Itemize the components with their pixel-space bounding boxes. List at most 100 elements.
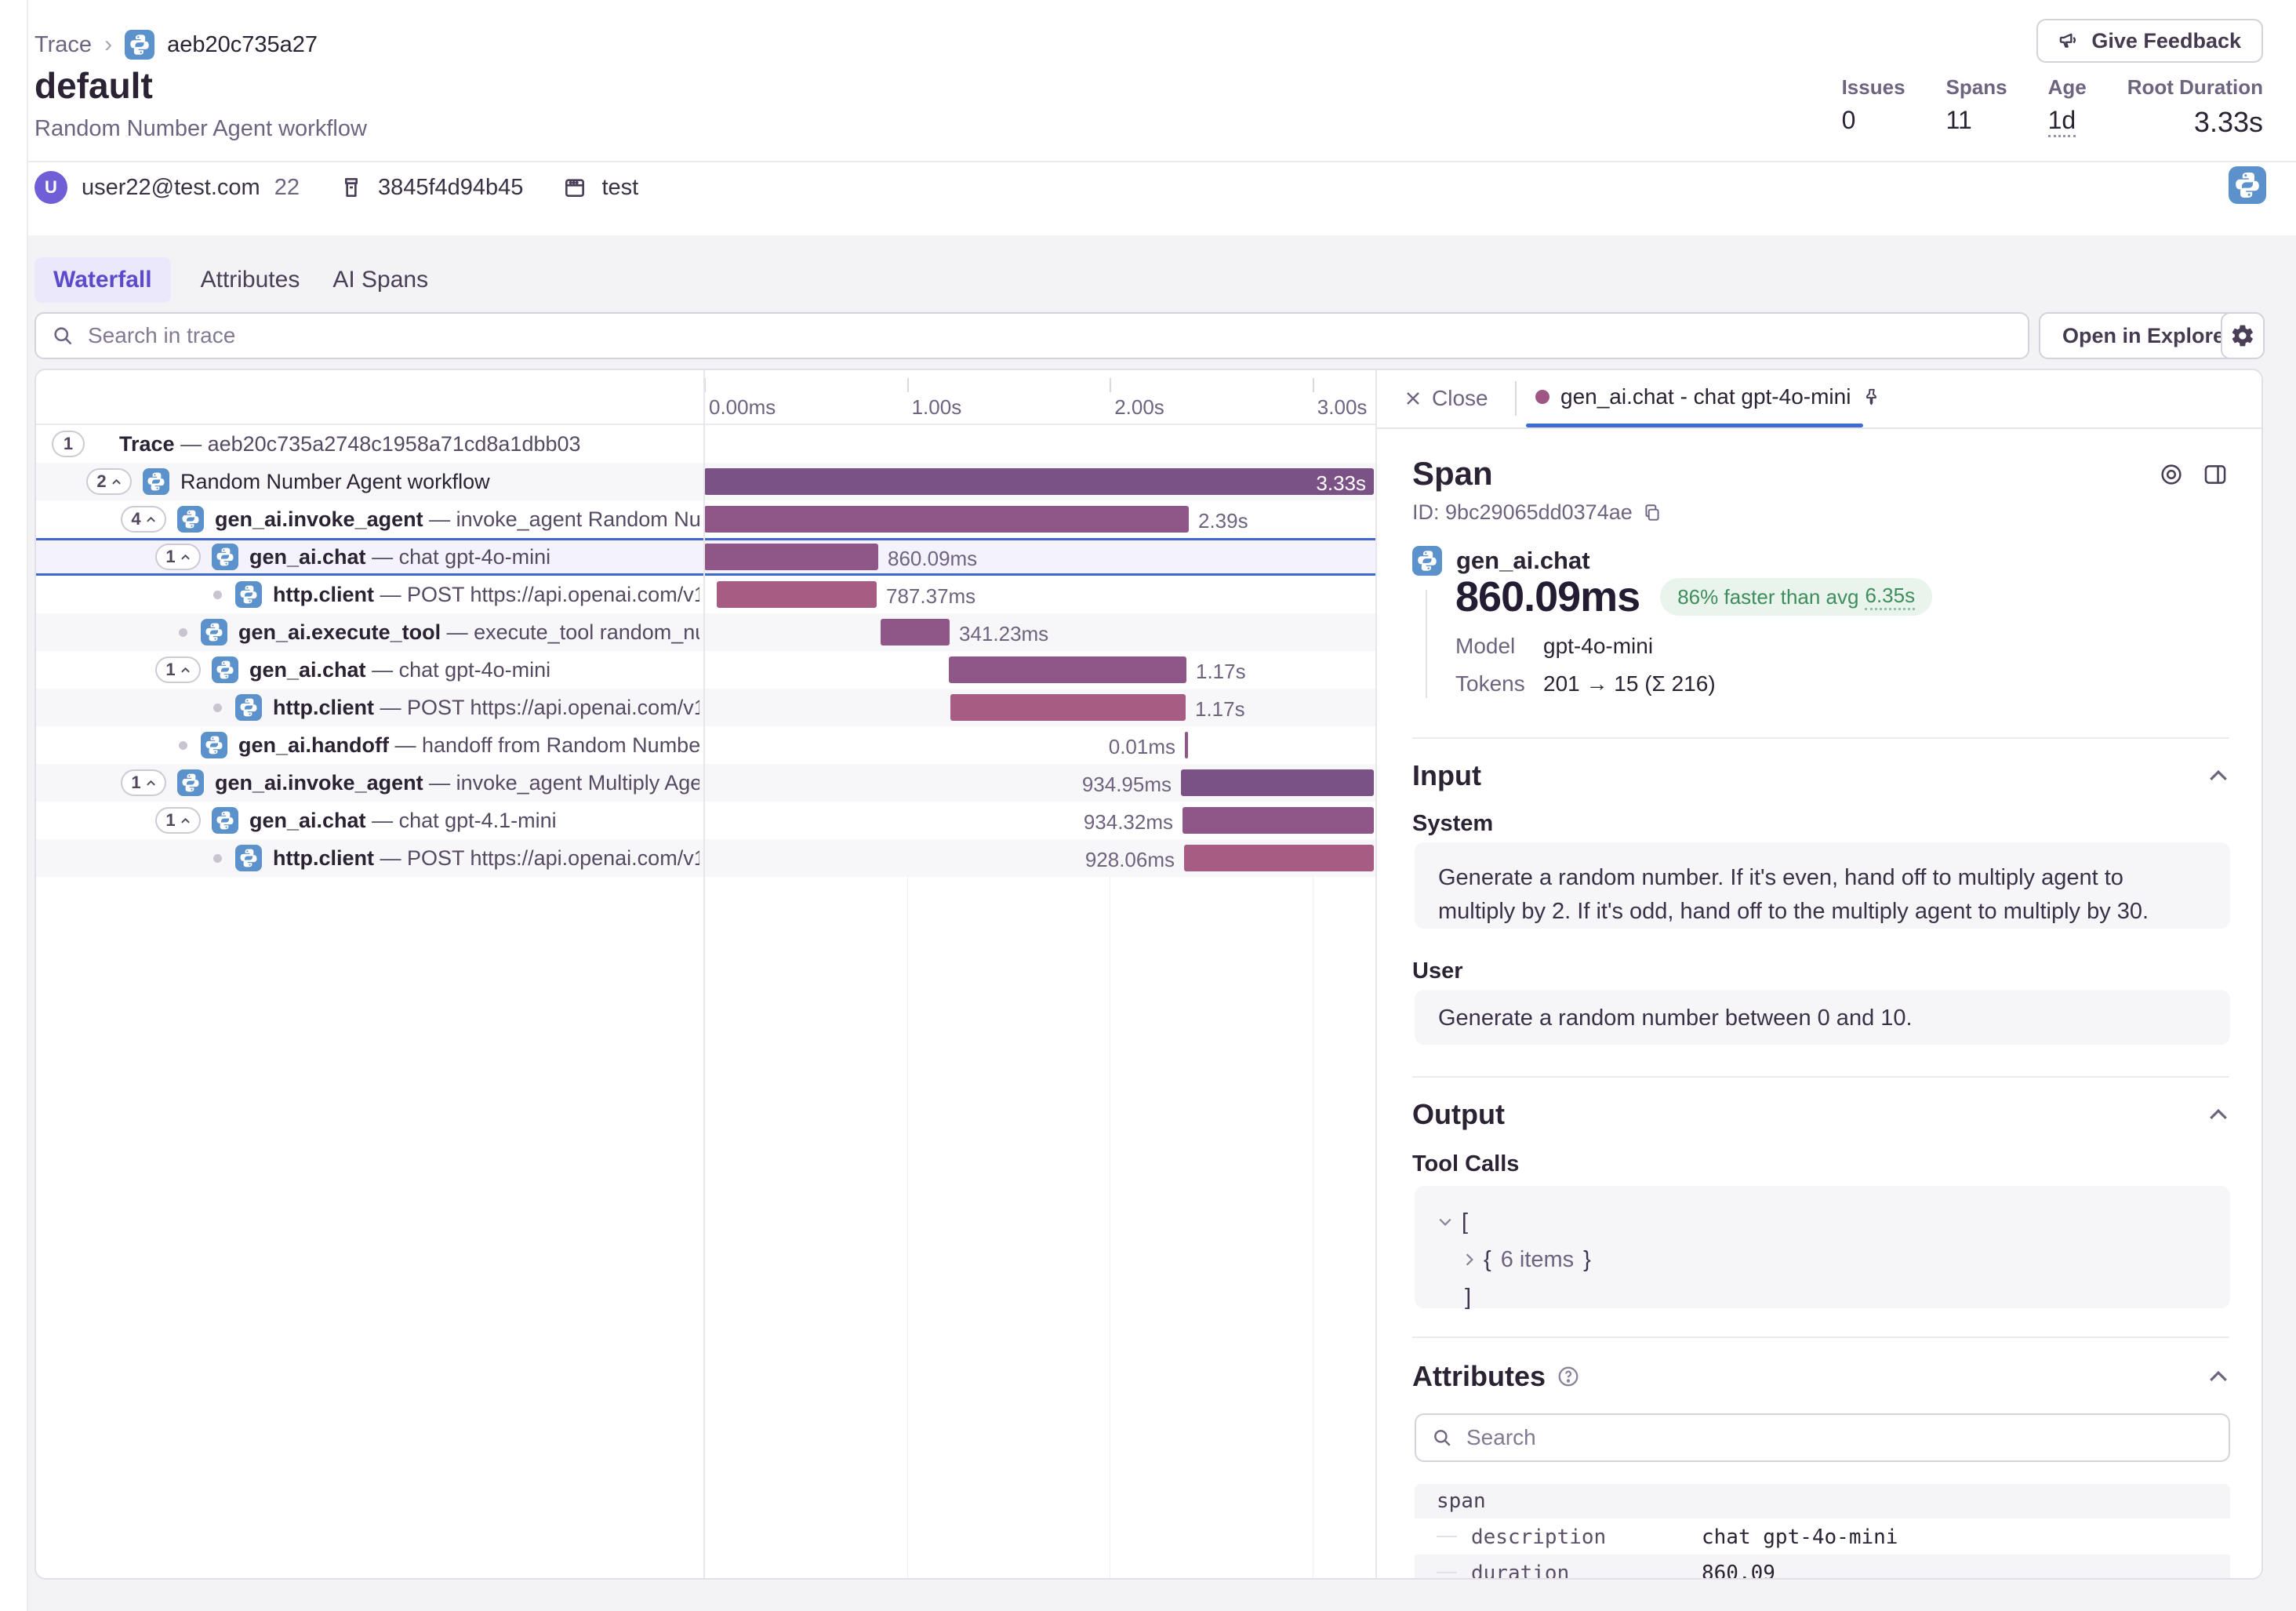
duration-label: 787.37ms bbox=[886, 584, 975, 609]
waterfall-row[interactable]: http.client — POST https://api.openai.co… bbox=[36, 839, 1377, 877]
span-duration-bar[interactable] bbox=[717, 581, 877, 608]
perf-badge-avg-link[interactable]: 6.35s bbox=[1865, 584, 1915, 610]
span-title: gen_ai.execute_tool — execute_tool rando… bbox=[238, 620, 699, 645]
close-label: Close bbox=[1432, 386, 1488, 411]
stat-value[interactable]: 1d bbox=[2048, 106, 2076, 137]
open-in-explore-button[interactable]: Open in Explore bbox=[2039, 312, 2248, 359]
collapse-input-chevron-icon[interactable] bbox=[2208, 769, 2229, 783]
span-duration-bar[interactable] bbox=[1185, 732, 1188, 758]
user-message-text: Generate a random number between 0 and 1… bbox=[1438, 1006, 1913, 1031]
span-duration-bar[interactable] bbox=[704, 506, 1189, 533]
waterfall-row[interactable]: http.client — POST https://api.openai.co… bbox=[36, 689, 1377, 726]
python-icon bbox=[143, 468, 169, 495]
attribute-row[interactable]: duration860.09 bbox=[1415, 1555, 2230, 1578]
span-id-value: ID: 9bc29065dd0374ae bbox=[1412, 500, 1633, 525]
waterfall-row[interactable]: 1gen_ai.chat — chat gpt-4o-mini860.09ms bbox=[36, 538, 1377, 576]
user-email[interactable]: user22@test.com bbox=[82, 175, 260, 201]
stat-value: 3.33s bbox=[2194, 106, 2263, 139]
span-count-badge[interactable]: 1 bbox=[155, 544, 201, 570]
span-count-badge[interactable]: 1 bbox=[52, 431, 85, 457]
waterfall-row[interactable]: http.client — POST https://api.openai.co… bbox=[36, 576, 1377, 613]
span-duration-bar[interactable] bbox=[881, 619, 950, 645]
tokens-row: Tokens 201 → 15 (Σ 216) bbox=[1455, 671, 1525, 696]
waterfall-row[interactable]: 4gen_ai.invoke_agent — invoke_agent Rand… bbox=[36, 500, 1377, 538]
json-object-line[interactable]: { 6 items } bbox=[1438, 1241, 2207, 1278]
input-section-title: Input bbox=[1412, 759, 1481, 792]
waterfall-row[interactable]: 1Trace — aeb20c735a2748c1958a71cd8a1dbb0… bbox=[36, 425, 1377, 463]
span-count-badge[interactable]: 1 bbox=[155, 807, 201, 834]
tree-cell: gen_ai.handoff — handoff from Random Num… bbox=[36, 726, 699, 764]
waterfall-row[interactable]: gen_ai.execute_tool — execute_tool rando… bbox=[36, 613, 1377, 651]
duration-label: 0.01ms bbox=[1109, 735, 1175, 759]
tree-cell: http.client — POST https://api.openai.co… bbox=[36, 689, 699, 726]
caret-down-icon[interactable] bbox=[1438, 1217, 1452, 1227]
help-icon[interactable] bbox=[1557, 1365, 1580, 1388]
collapse-output-chevron-icon[interactable] bbox=[2208, 1107, 2229, 1122]
system-message-box: Generate a random number. If it's even, … bbox=[1415, 842, 2230, 929]
attribute-row[interactable]: descriptionchat gpt-4o-mini bbox=[1415, 1518, 2230, 1555]
focus-span-button[interactable] bbox=[2158, 461, 2185, 488]
tab-waterfall[interactable]: Waterfall bbox=[35, 257, 171, 303]
detail-tab-span[interactable]: gen_ai.chat - chat gpt-4o-mini bbox=[1535, 384, 1882, 409]
span-duration-bar[interactable] bbox=[704, 544, 878, 570]
tree-cell: 1Trace — aeb20c735a2748c1958a71cd8a1dbb0… bbox=[36, 425, 699, 463]
close-detail-button[interactable]: Close bbox=[1404, 386, 1488, 411]
model-value: gpt-4o-mini bbox=[1543, 634, 1653, 659]
span-duration-bar[interactable] bbox=[1181, 769, 1374, 796]
layout-toggle-button[interactable] bbox=[2202, 461, 2229, 488]
trace-search-input[interactable] bbox=[86, 322, 2012, 349]
breadcrumb-trace-link[interactable]: Trace bbox=[35, 32, 92, 58]
span-id-row: ID: 9bc29065dd0374ae bbox=[1412, 500, 1662, 525]
perf-badge: 86% faster than avg 6.35s bbox=[1660, 578, 1932, 616]
tree-cell: 1gen_ai.chat — chat gpt-4o-mini bbox=[36, 538, 699, 576]
attributes-group-row[interactable]: span bbox=[1415, 1484, 2230, 1518]
duration-label: 2.39s bbox=[1198, 509, 1248, 533]
header-divider bbox=[28, 161, 2296, 162]
span-duration-bar[interactable] bbox=[704, 468, 1374, 495]
axis-label: 3.00s bbox=[1317, 395, 1368, 420]
span-count-badge[interactable]: 1 bbox=[155, 656, 201, 683]
python-icon bbox=[177, 506, 204, 533]
copy-icon[interactable] bbox=[1642, 503, 1662, 523]
duration-label: 928.06ms bbox=[1085, 848, 1175, 872]
pin-icon[interactable] bbox=[1862, 387, 1882, 407]
waterfall-settings-button[interactable] bbox=[2221, 312, 2265, 359]
system-message-text: Generate a random number. If it's even, … bbox=[1438, 865, 2149, 924]
axis-tick bbox=[1110, 378, 1111, 392]
duration-label: 341.23ms bbox=[959, 622, 1048, 646]
span-duration-bar[interactable] bbox=[1183, 807, 1374, 834]
span-count-badge[interactable]: 1 bbox=[121, 769, 166, 796]
waterfall-row[interactable]: 1gen_ai.invoke_agent — invoke_agent Mult… bbox=[36, 764, 1377, 802]
op-indent-guide bbox=[1426, 590, 1427, 698]
leaf-dot bbox=[213, 591, 222, 599]
tab-attributes[interactable]: Attributes bbox=[198, 257, 303, 303]
waterfall-row[interactable]: 2Random Number Agent workflow3.33s bbox=[36, 463, 1377, 500]
collapse-attributes-chevron-icon[interactable] bbox=[2208, 1369, 2229, 1384]
span-duration-bar[interactable] bbox=[1184, 845, 1374, 871]
waterfall-row[interactable]: gen_ai.handoff — handoff from Random Num… bbox=[36, 726, 1377, 764]
give-feedback-button[interactable]: Give Feedback bbox=[2036, 19, 2263, 63]
tokens-label: Tokens bbox=[1455, 671, 1525, 696]
user-label: User bbox=[1412, 958, 1463, 984]
span-title: gen_ai.chat — chat gpt-4.1-mini bbox=[249, 809, 557, 833]
section-divider bbox=[1412, 737, 2229, 739]
span-duration-bar[interactable] bbox=[950, 694, 1186, 721]
python-icon bbox=[212, 656, 238, 683]
trace-search-bar[interactable] bbox=[35, 312, 2029, 359]
attributes-search-input[interactable] bbox=[1465, 1424, 2213, 1451]
span-duration-bar[interactable] bbox=[949, 656, 1186, 683]
tree-timeline-divider[interactable] bbox=[703, 370, 705, 1578]
waterfall-row[interactable]: 1gen_ai.chat — chat gpt-4.1-mini934.32ms bbox=[36, 802, 1377, 839]
device-id[interactable]: 3845f4d94b45 bbox=[378, 175, 523, 201]
attributes-search-bar[interactable] bbox=[1415, 1413, 2230, 1462]
waterfall-row[interactable]: 1gen_ai.chat — chat gpt-4o-mini1.17s bbox=[36, 651, 1377, 689]
span-title: http.client — POST https://api.openai.co… bbox=[273, 583, 699, 607]
duration-label: 934.95ms bbox=[1082, 773, 1172, 797]
caret-right-icon[interactable] bbox=[1465, 1253, 1474, 1267]
environment-name[interactable]: test bbox=[601, 175, 638, 201]
tree-cell: http.client — POST https://api.openai.co… bbox=[36, 839, 699, 877]
span-count-badge[interactable]: 4 bbox=[121, 506, 166, 533]
span-count-badge[interactable]: 2 bbox=[86, 468, 132, 495]
tab-ai-spans[interactable]: AI Spans bbox=[329, 257, 431, 303]
page-title: default bbox=[35, 64, 153, 107]
